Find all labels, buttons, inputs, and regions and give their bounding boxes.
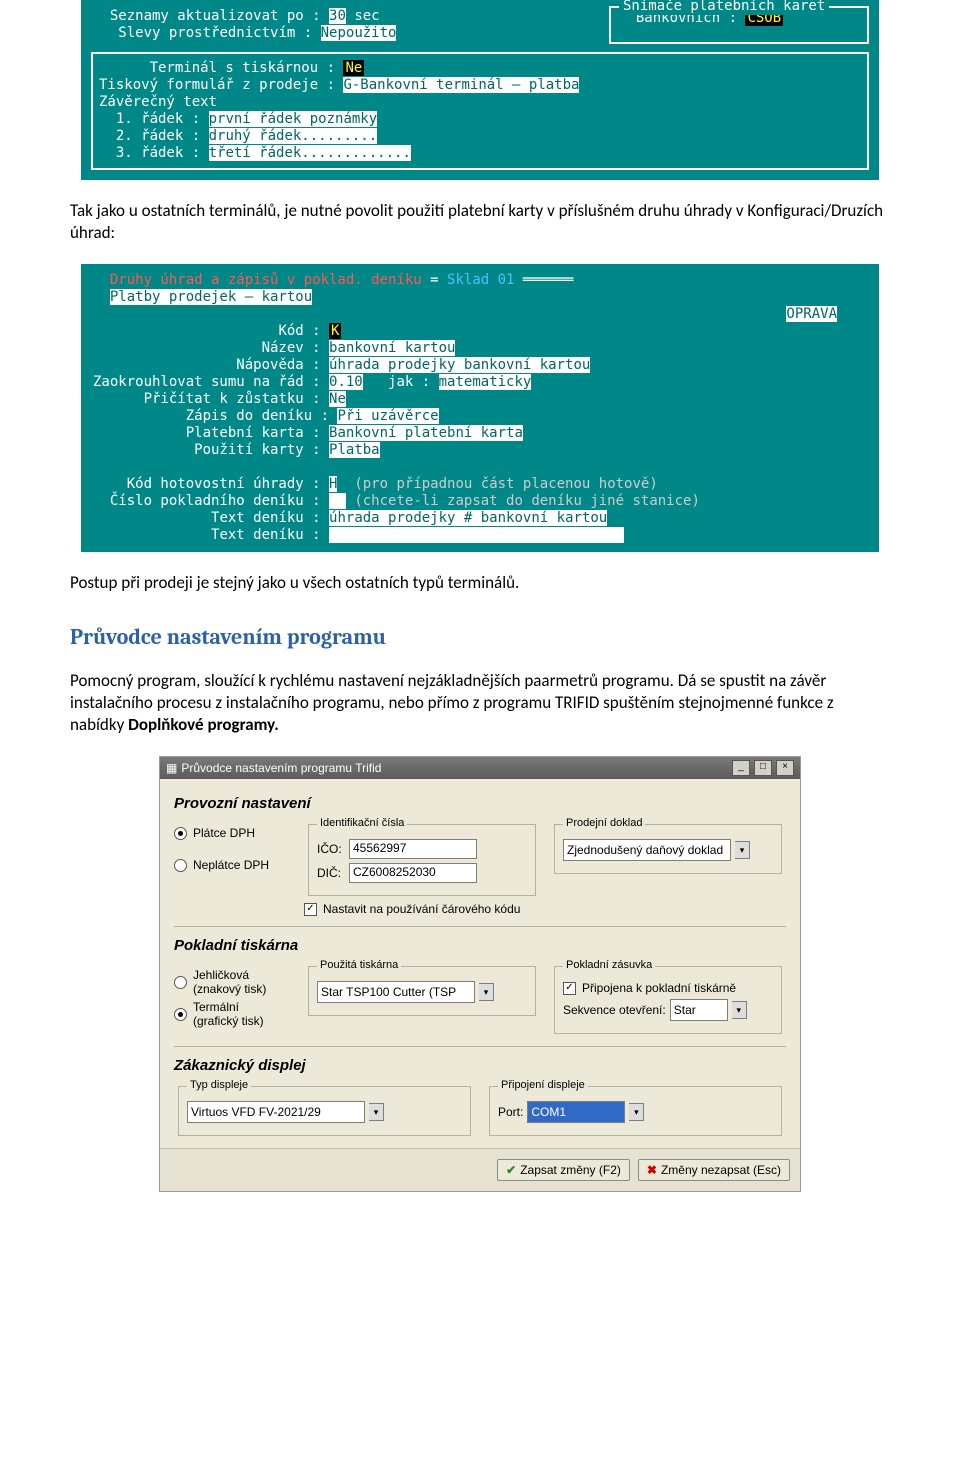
ico-label: IČO: <box>317 842 345 856</box>
chevron-down-icon[interactable]: ▾ <box>732 1001 747 1019</box>
pouziti-row: Použití karty : Platba <box>93 442 867 459</box>
nazev-row: Název : bankovní kartou <box>93 340 867 357</box>
group-conn: Připojení displeje <box>498 1079 588 1091</box>
form-value: G-Bankovní terminál – platba <box>343 77 579 93</box>
seq-select[interactable]: Star <box>670 999 728 1021</box>
save-button[interactable]: ✔Zapsat změny (F2) <box>497 1159 630 1181</box>
close-button[interactable]: × <box>776 760 794 776</box>
zaokr-row: Zaokrouhlovat sumu na řád : 0.10 jak : m… <box>93 374 867 391</box>
text2-row: Text deníku : <box>93 527 867 544</box>
discounts-value: Nepoužito <box>321 25 397 41</box>
cancel-button[interactable]: ✖Změny nezapsat (Esc) <box>638 1159 790 1181</box>
radio-jehlickova[interactable]: Jehličková (znakový tisk) <box>174 968 294 996</box>
kod-row: Kód : K <box>93 323 867 340</box>
ico-input[interactable]: 45562997 <box>349 839 477 859</box>
text1-row: Text deníku : úhrada prodejky # bankovní… <box>93 510 867 527</box>
zapis-row: Zápis do deníku : Při uzávěrce <box>93 408 867 425</box>
check-drawer[interactable]: ✓Připojena k pokladní tiskárně <box>563 981 773 995</box>
radio-platcedph[interactable]: Plátce DPH <box>174 826 294 840</box>
group-printer: Použitá tiskárna <box>317 959 401 971</box>
window-title: Průvodce nastavením programu Trifid <box>181 761 381 775</box>
port-select[interactable]: COM1 <box>527 1101 625 1123</box>
footer-r2: 2. řádek : druhý řádek......... <box>99 128 861 145</box>
terminal-screenshot-1: Seznamy aktualizovat po : 30 sec Slevy p… <box>81 0 879 180</box>
display-select[interactable]: Virtuos VFD FV-2021/29 <box>187 1101 365 1123</box>
dic-input[interactable]: CZ6008252030 <box>349 863 477 883</box>
close-icon: ✖ <box>647 1163 657 1177</box>
seq-label: Sekvence otevření: <box>563 1003 666 1017</box>
chevron-down-icon[interactable]: ▾ <box>629 1103 644 1121</box>
term2-subheader: Platby prodejek – kartou <box>93 289 867 306</box>
group-drawer: Pokladní zásuvka <box>563 959 655 971</box>
readers-legend: Snímače platebních karet <box>619 0 829 15</box>
update-row: Seznamy aktualizovat po : 30 sec <box>93 8 601 25</box>
guide-heading: Průvodce nastavením programu <box>70 624 890 650</box>
radio-neplatcedph[interactable]: Neplátce DPH <box>174 858 294 872</box>
group-doc: Prodejní doklad <box>563 817 645 829</box>
footer-title: Závěrečný text <box>99 94 861 111</box>
paragraph-3: Pomocný program, sloužící k rychlému nas… <box>70 670 890 736</box>
terminal-screenshot-2: Druhy úhrad a zápisů v poklad. deníku = … <box>81 264 879 552</box>
wizard-window: ▦ Průvodce nastavením programu Trifid _ … <box>159 756 801 1192</box>
wizard-titlebar[interactable]: ▦ Průvodce nastavením programu Trifid _ … <box>160 757 800 779</box>
check-icon: ✔ <box>506 1163 516 1177</box>
term2-header: Druhy úhrad a zápisů v poklad. deníku = … <box>93 272 867 289</box>
maximize-button[interactable]: □ <box>754 760 772 776</box>
radio-termalni[interactable]: Termální (grafický tisk) <box>174 1000 294 1028</box>
app-icon: ▦ <box>166 761 177 775</box>
printer-value: Ne <box>343 60 364 76</box>
paragraph-2: Postup při prodeji je stejný jako u všec… <box>70 572 890 594</box>
napoveda-row: Nápověda : úhrada prodejky bankovní kart… <box>93 357 867 374</box>
karta-row: Platební karta : Bankovní platební karta <box>93 425 867 442</box>
pricitat-row: Přičítat k zůstatku : Ne <box>93 391 867 408</box>
update-after-value: 30 <box>329 8 346 24</box>
check-barcode[interactable]: ✓Nastavit na používání čárového kódu <box>304 902 786 916</box>
dic-label: DIČ: <box>317 866 345 880</box>
chevron-down-icon[interactable]: ▾ <box>479 983 494 1001</box>
doc-select[interactable]: Zjednodušený daňový doklad <box>563 839 731 861</box>
footer-r1: 1. řádek : první řádek poznámky <box>99 111 861 128</box>
printer-row: Terminál s tiskárnou : Ne <box>99 60 861 77</box>
cislo-row: Číslo pokladního deníku : (chcete-li zap… <box>93 493 867 510</box>
section-provoz: Provozní nastavení <box>174 795 786 812</box>
group-id: Identifikační čísla <box>317 817 407 829</box>
port-label: Port: <box>498 1105 523 1119</box>
minimize-button[interactable]: _ <box>732 760 750 776</box>
hot-row: Kód hotovostní úhrady : H (pro případnou… <box>93 476 867 493</box>
section-displej: Zákaznický displej <box>174 1057 786 1074</box>
footer-r3: 3. řádek : třetí řádek............. <box>99 145 861 162</box>
oprava-badge: OPRAVA <box>786 306 837 322</box>
chevron-down-icon[interactable]: ▾ <box>369 1103 384 1121</box>
chevron-down-icon[interactable]: ▾ <box>735 841 750 859</box>
printer-select[interactable]: Star TSP100 Cutter (TSP <box>317 981 475 1003</box>
section-tiskarna: Pokladní tiskárna <box>174 937 786 954</box>
form-row: Tiskový formulář z prodeje : G-Bankovní … <box>99 77 861 94</box>
paragraph-1: Tak jako u ostatních terminálů, je nutné… <box>70 200 890 244</box>
discounts-row: Slevy prostřednictvím : Nepoužito <box>93 25 601 42</box>
group-disp: Typ displeje <box>187 1079 251 1091</box>
